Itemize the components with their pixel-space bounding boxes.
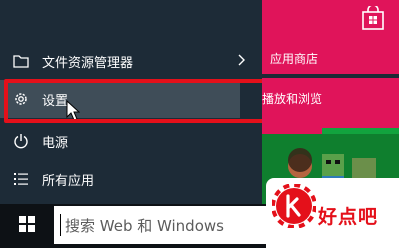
browse-tile-label: 播放和浏览 — [262, 92, 323, 106]
menu-item-all-apps[interactable]: 所有应用 — [0, 162, 262, 196]
highlight-annotation-box — [4, 79, 284, 123]
text-caret — [60, 214, 61, 236]
store-tile-label: 应用商店 — [270, 52, 319, 66]
folder-icon — [12, 52, 30, 70]
menu-item-file-explorer[interactable]: 文件资源管理器 — [0, 44, 262, 78]
search-placeholder: 搜索 Web 和 Windows — [65, 216, 224, 235]
menu-item-label: 电源 — [42, 135, 69, 151]
menu-item-label: 文件资源管理器 — [42, 55, 134, 71]
power-icon — [12, 132, 30, 150]
start-button[interactable] — [0, 204, 54, 248]
watermark-logo-icon — [271, 183, 317, 232]
windows-logo-icon — [19, 216, 35, 236]
menu-item-label: 所有应用 — [42, 173, 95, 189]
taskbar-search-box[interactable]: 搜索 Web 和 Windows — [54, 206, 266, 244]
list-icon — [12, 170, 30, 188]
store-bag-icon — [360, 4, 386, 34]
chevron-right-icon[interactable] — [238, 54, 246, 70]
watermark-text: 好点吧 — [318, 206, 379, 228]
menu-item-power[interactable]: 电源 — [0, 124, 262, 158]
